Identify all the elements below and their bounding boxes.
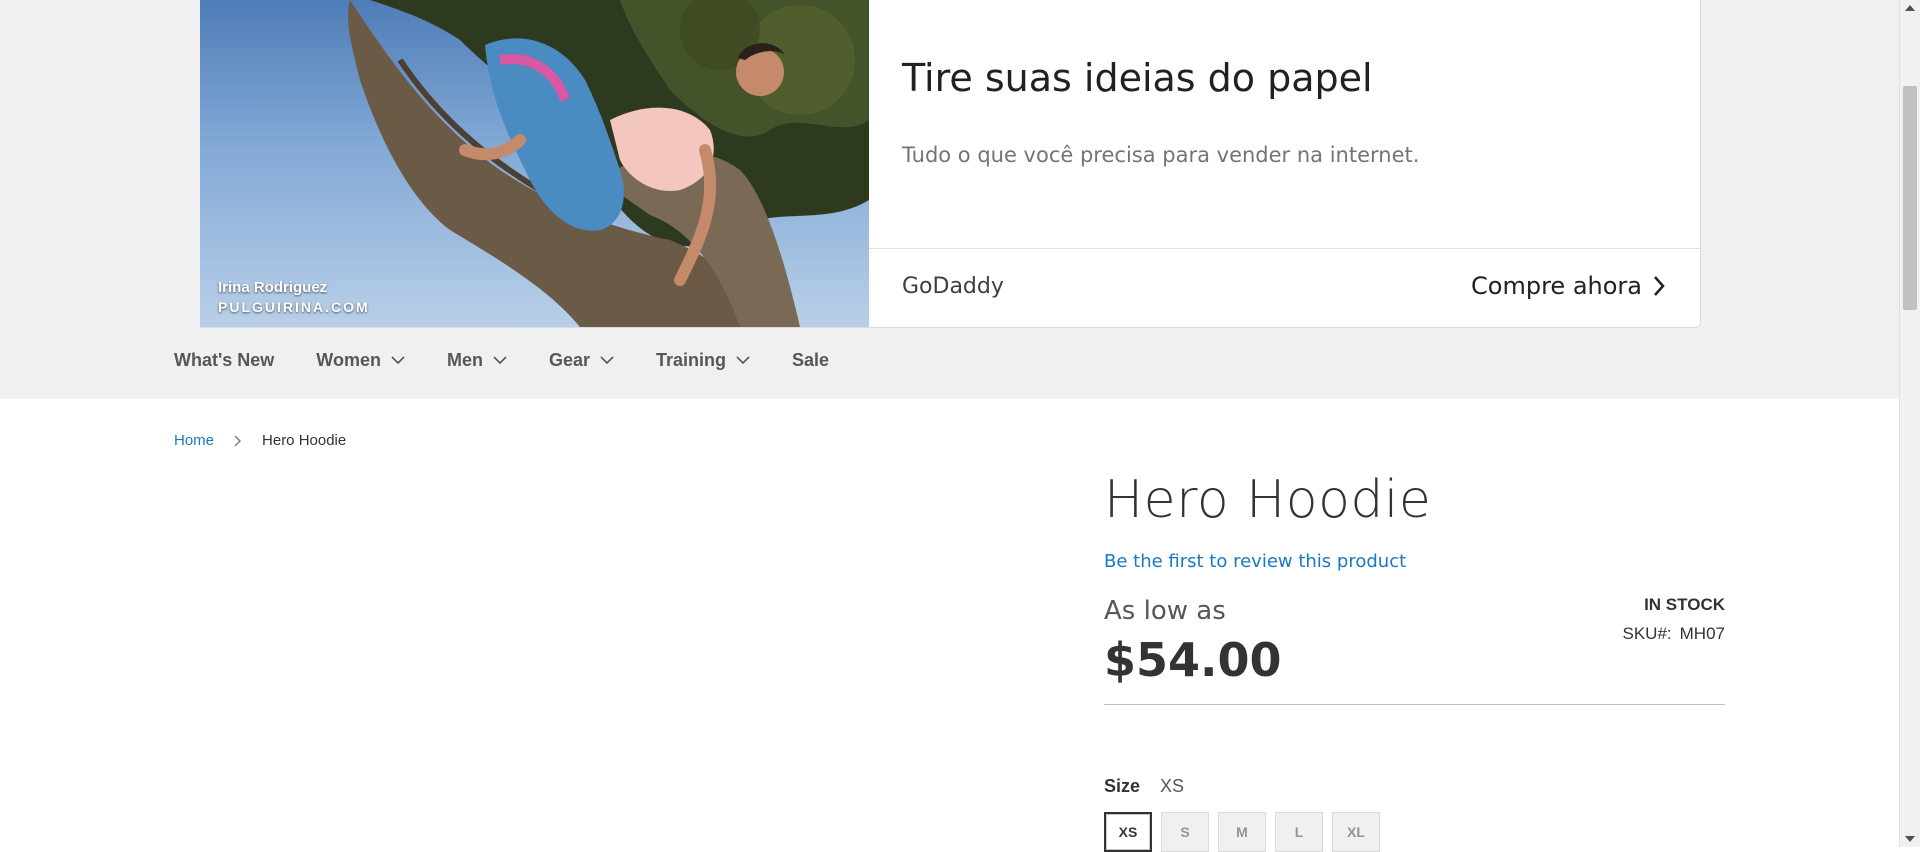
- nav-item-label: What's New: [174, 350, 275, 370]
- nav-item-men[interactable]: Men: [447, 350, 507, 371]
- top-banner-area: Irina Rodriguez PULGUIRINA.COM Tire suas…: [0, 0, 1899, 399]
- size-swatches: XS S M L XL: [1104, 812, 1380, 852]
- photo-credit-site: PULGUIRINA.COM: [218, 299, 370, 315]
- size-swatch-m[interactable]: M: [1218, 812, 1266, 852]
- sku-info: SKU#: MH07: [1623, 624, 1726, 644]
- nav-item-whats-new[interactable]: What's New: [174, 350, 274, 371]
- nav-item-label: Women: [316, 350, 381, 370]
- ad-photo-credit: Irina Rodriguez PULGUIRINA.COM: [218, 279, 370, 315]
- ad-subtext[interactable]: Tudo o que você precisa para vender na i…: [902, 143, 1419, 167]
- size-swatch-s[interactable]: S: [1161, 812, 1209, 852]
- page-title: Hero Hoodie: [1104, 470, 1432, 530]
- ad-cta-button[interactable]: Compre ahora: [1471, 272, 1666, 300]
- divider: [1104, 704, 1725, 705]
- size-selected-value: XS: [1160, 776, 1185, 796]
- sku-label: SKU#:: [1622, 624, 1672, 643]
- nav-item-label: Men: [446, 350, 483, 370]
- chevron-down-icon: [736, 356, 750, 365]
- page-scrollbar[interactable]: [1899, 0, 1920, 847]
- size-label: Size: [1104, 776, 1141, 796]
- chevron-down-icon: [493, 356, 507, 365]
- nav-item-sale[interactable]: Sale: [792, 350, 829, 371]
- nav-item-label: Gear: [548, 350, 590, 370]
- breadcrumb-home-link[interactable]: Home: [174, 432, 214, 449]
- advertisement[interactable]: Irina Rodriguez PULGUIRINA.COM Tire suas…: [200, 0, 1701, 328]
- scroll-up-arrow-icon[interactable]: [1905, 5, 1915, 11]
- product-price: $54.00: [1104, 633, 1282, 687]
- chevron-down-icon: [600, 356, 614, 365]
- size-swatch-xs[interactable]: XS: [1104, 812, 1152, 852]
- ad-advertiser[interactable]: GoDaddy: [902, 274, 1004, 299]
- main-navigation: What's New Women Men Gear Training Sale: [174, 350, 871, 371]
- chevron-right-icon: [1654, 276, 1665, 296]
- ad-cta-label: Compre ahora: [1471, 272, 1642, 300]
- price-label: As low as: [1104, 596, 1226, 626]
- nav-item-label: Sale: [792, 350, 830, 370]
- sku-value: MH07: [1679, 624, 1725, 643]
- size-attribute: Size XS: [1104, 776, 1184, 797]
- review-link[interactable]: Be the first to review this product: [1104, 551, 1406, 572]
- stock-status: In stock: [1644, 595, 1725, 614]
- nav-item-women[interactable]: Women: [316, 350, 405, 371]
- size-swatch-xl[interactable]: XL: [1332, 812, 1380, 852]
- chevron-right-icon: [234, 435, 242, 446]
- breadcrumb-current: Hero Hoodie: [262, 432, 347, 449]
- scroll-down-arrow-icon[interactable]: [1905, 836, 1915, 842]
- photo-credit-name: Irina Rodriguez: [218, 279, 328, 296]
- nav-item-training[interactable]: Training: [656, 350, 750, 371]
- ad-divider: [869, 248, 1700, 249]
- nav-item-label: Training: [656, 350, 727, 370]
- chevron-down-icon: [391, 356, 405, 365]
- nav-item-gear[interactable]: Gear: [549, 350, 614, 371]
- size-swatch-l[interactable]: L: [1275, 812, 1323, 852]
- breadcrumb: Home Hero Hoodie: [174, 432, 346, 449]
- scrollbar-thumb[interactable]: [1903, 86, 1917, 310]
- ad-headline[interactable]: Tire suas ideias do papel: [902, 56, 1373, 100]
- ad-image[interactable]: Irina Rodriguez PULGUIRINA.COM: [200, 0, 869, 327]
- ad-photo-illustration: [348, 0, 869, 327]
